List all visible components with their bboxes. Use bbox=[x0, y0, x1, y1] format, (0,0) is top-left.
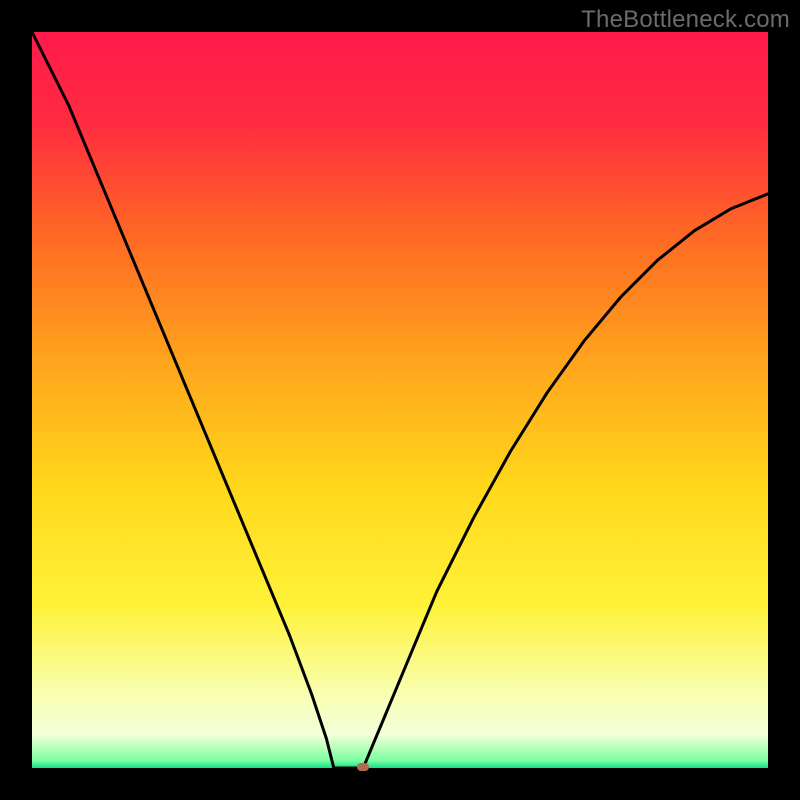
plot-gradient-background bbox=[32, 32, 768, 768]
watermark-text: TheBottleneck.com bbox=[581, 6, 790, 34]
chart-frame: TheBottleneck.com bbox=[0, 0, 800, 800]
marker-dot bbox=[357, 763, 369, 771]
bottleneck-chart bbox=[0, 0, 800, 800]
